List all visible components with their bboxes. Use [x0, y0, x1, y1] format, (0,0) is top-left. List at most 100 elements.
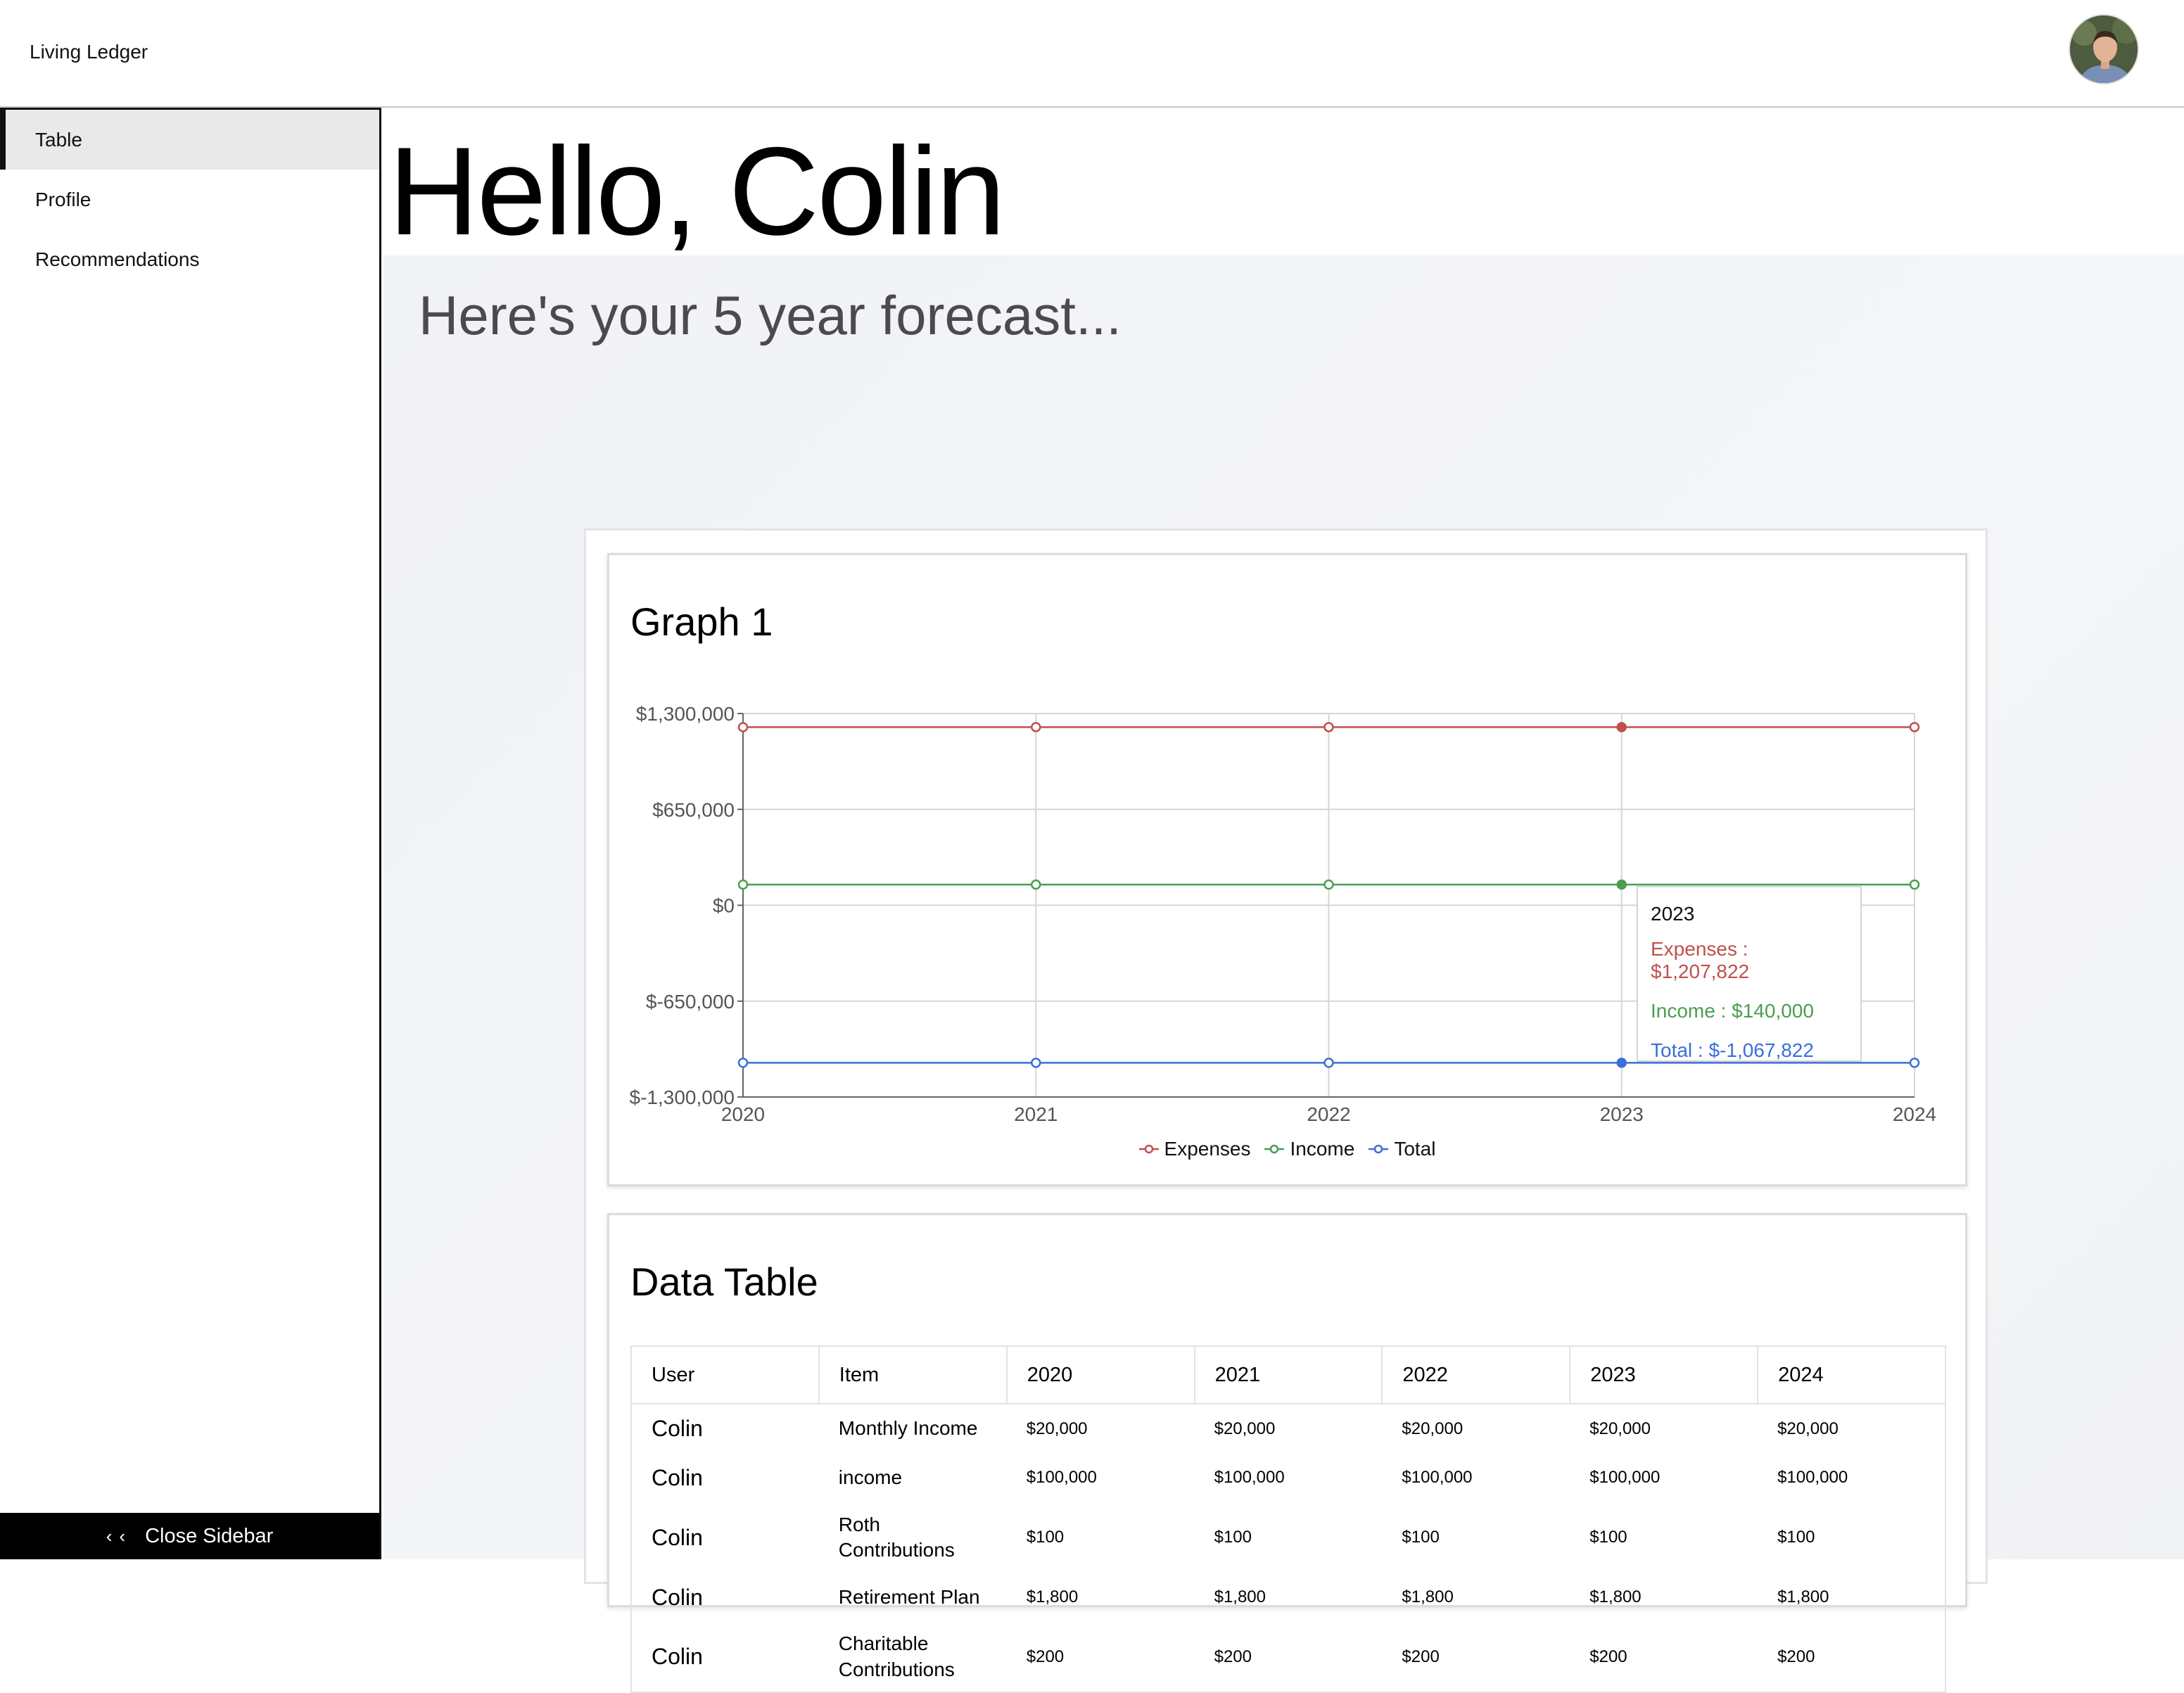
cell-user: Colin: [652, 1584, 703, 1610]
sidebar: Table Profile Recommendations ‹‹ Close S…: [0, 108, 381, 1559]
column-header[interactable]: 2022: [1382, 1346, 1571, 1405]
close-sidebar-label: Close Sidebar: [145, 1524, 274, 1547]
y-tick-label: $-650,000: [646, 991, 735, 1013]
data-point-expenses: [1909, 722, 1920, 733]
legend-line-icon: [1264, 1144, 1285, 1154]
x-tick-label: 2024: [1893, 1103, 1936, 1125]
cell-user: Colin: [652, 1416, 703, 1441]
cell-user: Colin: [652, 1524, 703, 1550]
content-area: Here's your 5 year forecast... Graph 1 $…: [383, 255, 2184, 1693]
cell-value: $100: [1402, 1528, 1440, 1547]
legend-line-icon: [1369, 1144, 1389, 1154]
data-point-total: [1323, 1058, 1334, 1068]
x-tick-label: 2021: [1014, 1103, 1058, 1125]
cell-value: $200: [1589, 1647, 1627, 1666]
cell-value: $20,000: [1402, 1419, 1464, 1438]
cell-value: $1,800: [1214, 1587, 1266, 1606]
legend-item-income[interactable]: Income: [1264, 1138, 1354, 1160]
cell-item: Roth Contributions: [838, 1513, 955, 1561]
cell-value: $1,800: [1026, 1587, 1079, 1606]
sidebar-item-label: Profile: [35, 188, 91, 210]
data-point-total: [1031, 1058, 1041, 1068]
greeting-heading: Hello, Colin: [388, 121, 1005, 261]
data-point-income: [1031, 879, 1041, 890]
column-header[interactable]: Item: [818, 1346, 1008, 1405]
double-chevron-left-icon: ‹‹: [106, 1525, 133, 1547]
table-row[interactable]: Colin income $100,000 $100,000 $100,000 …: [631, 1453, 1945, 1502]
cell-value: $100: [1026, 1528, 1065, 1547]
tooltip-year: 2023: [1651, 903, 1695, 925]
table-row[interactable]: Colin Monthly Income $20,000 $20,000 $20…: [631, 1404, 1945, 1453]
sidebar-item-table[interactable]: Table: [0, 110, 379, 170]
cell-value: $20,000: [1026, 1419, 1088, 1438]
cell-value: $1,800: [1402, 1587, 1454, 1606]
cell-value: $100,000: [1589, 1468, 1661, 1487]
cell-value: $100,000: [1214, 1468, 1285, 1487]
cell-value: $100,000: [1402, 1468, 1473, 1487]
cell-value: $100: [1777, 1528, 1815, 1547]
tooltip-income: Income : $140,000: [1651, 1000, 1814, 1022]
top-bar: Living Ledger: [0, 0, 2184, 108]
sidebar-item-label: Recommendations: [35, 248, 200, 270]
cell-value: $200: [1026, 1647, 1065, 1666]
table-header-row: User Item 2020 2021 2022 2023 2024: [631, 1346, 1945, 1405]
table-row[interactable]: Colin Retirement Plan $1,800 $1,800 $1,8…: [631, 1573, 1945, 1622]
close-sidebar-button[interactable]: ‹‹ Close Sidebar: [0, 1513, 379, 1559]
chart-legend: Expenses Income Total: [609, 1138, 1965, 1160]
app-title[interactable]: Living Ledger: [30, 41, 148, 63]
sidebar-item-profile[interactable]: Profile: [0, 170, 379, 229]
legend-line-icon: [1138, 1144, 1159, 1154]
main-content: Here's your 5 year forecast... Graph 1 $…: [383, 109, 2184, 1693]
sidebar-item-recommendations[interactable]: Recommendations: [0, 229, 379, 289]
tooltip-expenses: Expenses : $1,207,822: [1651, 938, 1750, 982]
avatar-photo: [2070, 15, 2138, 83]
data-point-expenses: [1031, 722, 1041, 733]
cell-value: $100,000: [1777, 1468, 1848, 1487]
data-point-expenses: [737, 722, 749, 733]
legend-item-total[interactable]: Total: [1369, 1138, 1435, 1160]
data-point-income: [1616, 879, 1627, 890]
column-header[interactable]: 2020: [1006, 1346, 1195, 1405]
line-chart[interactable]: $1,300,000 $650,000 $0 $-650,000 $-1,300,000…: [609, 555, 1969, 1188]
cell-user: Colin: [652, 1464, 703, 1490]
cell-user: Colin: [652, 1644, 703, 1669]
data-table: User Item 2020 2021 2022 2023 2024 Colin: [630, 1345, 1946, 1693]
cell-value: $20,000: [1589, 1419, 1651, 1438]
sidebar-item-label: Table: [35, 128, 82, 151]
column-header[interactable]: User: [631, 1346, 820, 1405]
cell-value: $20,000: [1777, 1419, 1839, 1438]
cell-value: $100,000: [1026, 1468, 1097, 1487]
cell-value: $100: [1214, 1528, 1252, 1547]
table-row[interactable]: Colin Charitable Contributions $200 $200…: [631, 1622, 1945, 1692]
dashboard-panel: Graph 1 $1,300,000 $650,000 $0 $-650,000 $-1…: [584, 528, 1988, 1693]
x-tick-label: 2020: [721, 1103, 765, 1125]
cell-value: $200: [1402, 1647, 1440, 1666]
cell-item: Retirement Plan: [838, 1585, 980, 1608]
cell-value: $20,000: [1214, 1419, 1276, 1438]
cell-value: $200: [1214, 1647, 1252, 1666]
column-header[interactable]: 2021: [1194, 1346, 1383, 1405]
x-tick-label: 2023: [1600, 1103, 1644, 1125]
cell-item: income: [838, 1466, 903, 1488]
cell-value: $100: [1589, 1528, 1627, 1547]
y-tick-label: $0: [713, 895, 735, 917]
cell-value: $1,800: [1777, 1587, 1829, 1606]
column-header[interactable]: 2024: [1758, 1346, 1945, 1405]
legend-label: Expenses: [1164, 1138, 1251, 1160]
y-tick-label: $1,300,000: [636, 703, 735, 725]
forecast-subtitle: Here's your 5 year forecast...: [419, 284, 1122, 346]
cell-item: Monthly Income: [838, 1417, 978, 1440]
data-point-income: [737, 879, 749, 890]
table-title: Data Table: [630, 1260, 818, 1304]
table-card: Data Table User Item 2020 2021 2022 2023…: [607, 1213, 1967, 1693]
legend-item-expenses[interactable]: Expenses: [1138, 1138, 1251, 1160]
y-tick-label: $-1,300,000: [630, 1086, 735, 1108]
column-header[interactable]: 2023: [1570, 1346, 1759, 1405]
user-avatar[interactable]: [2069, 14, 2139, 84]
cell-value: $1,800: [1589, 1587, 1642, 1606]
chart-tooltip: 2023 Expenses : $1,207,822 Income : $140…: [1637, 886, 1862, 1062]
legend-label: Total: [1394, 1138, 1436, 1160]
data-point-expenses: [1323, 722, 1334, 733]
x-tick-label: 2022: [1307, 1103, 1350, 1125]
table-row[interactable]: Colin Roth Contributions $100 $100 $100 …: [631, 1502, 1945, 1573]
